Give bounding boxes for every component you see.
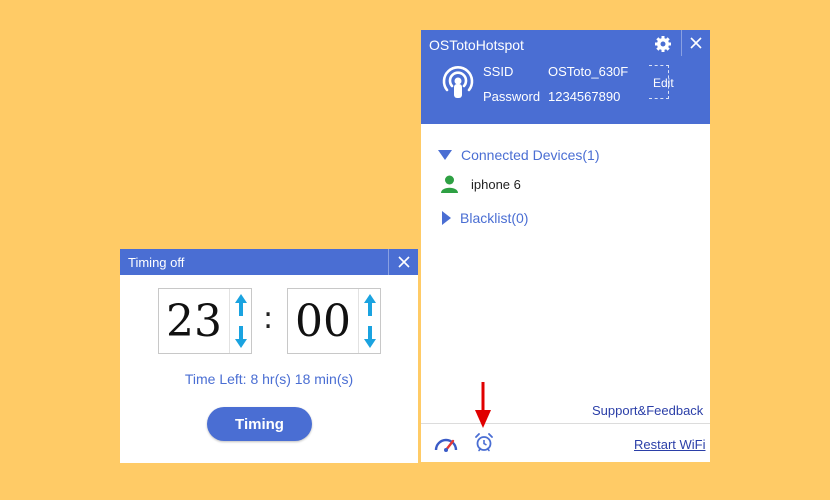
timing-button[interactable]: Timing xyxy=(207,407,312,441)
restart-wifi-link[interactable]: Restart WiFi xyxy=(634,437,706,452)
password-label: Password xyxy=(483,89,541,104)
hotspot-footer: Restart WiFi xyxy=(421,423,710,462)
edit-button[interactable]: Edit xyxy=(653,76,674,90)
arrow-down-icon[interactable] xyxy=(233,325,249,349)
hotspot-close-button[interactable] xyxy=(681,30,710,56)
caret-right-icon xyxy=(442,211,451,225)
red-arrow-annotation-icon xyxy=(475,382,491,428)
support-feedback-link[interactable]: Support&Feedback xyxy=(592,403,703,418)
timing-close-button[interactable] xyxy=(388,249,418,275)
close-icon xyxy=(690,37,702,49)
minutes-value[interactable]: 00 xyxy=(288,289,358,353)
user-icon xyxy=(441,175,458,193)
connected-devices-label: Connected Devices(1) xyxy=(461,147,600,163)
blacklist-label: Blacklist(0) xyxy=(460,210,529,226)
minutes-spinner[interactable]: 00 xyxy=(287,288,381,354)
hours-spinner-arrows xyxy=(229,289,251,353)
hours-value[interactable]: 23 xyxy=(159,289,229,353)
hotspot-header: OSTotoHotspot SSID OSToto_630F Password … xyxy=(421,30,710,124)
timing-titlebar: Timing off xyxy=(120,249,418,275)
alarm-clock-icon[interactable] xyxy=(475,433,493,452)
minutes-spinner-arrows xyxy=(358,289,380,353)
close-icon xyxy=(397,256,410,268)
time-left-text: Time Left: 8 hr(s) 18 min(s) xyxy=(184,371,354,387)
ssid-label: SSID xyxy=(483,64,514,79)
device-item[interactable]: iphone 6 xyxy=(441,175,521,193)
time-separator: : xyxy=(263,301,274,336)
speedometer-icon[interactable] xyxy=(434,434,458,452)
ssid-value: OSToto_630F xyxy=(548,64,629,79)
timing-title: Timing off xyxy=(128,254,185,270)
device-name: iphone 6 xyxy=(471,176,521,192)
timing-dialog: Timing off 23 : 00 Time Left: 8 hr(s) 18… xyxy=(120,249,418,463)
arrow-down-icon[interactable] xyxy=(362,325,378,349)
arrow-up-icon[interactable] xyxy=(233,293,249,317)
caret-down-icon xyxy=(438,150,452,160)
hotspot-title: OSTotoHotspot xyxy=(429,37,524,53)
hotspot-signal-icon xyxy=(442,66,474,98)
gear-icon[interactable] xyxy=(653,34,673,54)
blacklist-toggle[interactable]: Blacklist(0) xyxy=(442,210,528,226)
arrow-up-icon[interactable] xyxy=(362,293,378,317)
hours-spinner[interactable]: 23 xyxy=(158,288,252,354)
password-value: 1234567890 xyxy=(548,89,621,104)
connected-devices-toggle[interactable]: Connected Devices(1) xyxy=(438,147,600,163)
hotspot-panel: OSTotoHotspot SSID OSToto_630F Password … xyxy=(421,30,710,462)
